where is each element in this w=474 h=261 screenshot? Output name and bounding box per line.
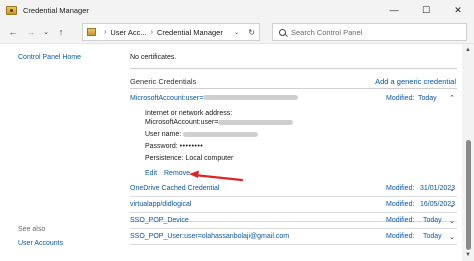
vertical-scrollbar[interactable]: ▲ ▼ xyxy=(462,44,474,261)
breadcrumb-separator-icon: › xyxy=(104,28,107,36)
breadcrumb-user-accounts[interactable]: User Acc... xyxy=(110,28,146,37)
control-panel-icon xyxy=(87,28,96,36)
forward-arrow-icon[interactable]: → xyxy=(22,22,40,42)
back-arrow-icon[interactable]: ← xyxy=(4,22,22,42)
maximize-button[interactable]: ☐ xyxy=(410,0,442,20)
breadcrumb-credential-manager[interactable]: Credential Manager xyxy=(157,28,223,37)
see-also-label: See also xyxy=(18,226,46,233)
search-placeholder[interactable]: Search Control Panel xyxy=(291,28,362,37)
up-arrow-icon[interactable]: ↑ xyxy=(52,22,70,42)
title-bar: Credential Manager — ☐ ✕ xyxy=(0,0,474,20)
minimize-button[interactable]: — xyxy=(378,0,410,20)
scrollbar-thumb[interactable] xyxy=(466,140,471,250)
refresh-icon[interactable]: ↻ xyxy=(248,24,255,40)
control-panel-home-link[interactable]: Control Panel Home xyxy=(18,54,81,61)
user-accounts-link[interactable]: User Accounts xyxy=(18,240,63,247)
scroll-down-icon[interactable]: ▼ xyxy=(465,252,471,258)
window-title: Credential Manager xyxy=(23,5,89,15)
address-dropdown-icon[interactable]: ⌄ xyxy=(234,24,239,40)
scroll-up-icon[interactable]: ▲ xyxy=(465,47,471,53)
recent-locations-chevron-icon[interactable]: ⌄ xyxy=(40,22,52,42)
main-content: No certificates. Generic Credentials Add… xyxy=(122,44,462,261)
left-pane: Control Panel Home See also User Account… xyxy=(0,44,122,261)
search-box[interactable]: Search Control Panel xyxy=(272,23,467,41)
credential-manager-icon xyxy=(6,5,17,15)
window-controls: — ☐ ✕ xyxy=(378,0,474,20)
close-button[interactable]: ✕ xyxy=(442,0,474,20)
annotation-arrow-icon xyxy=(189,170,244,182)
navigation-bar: ← → ⌄ ↑ › User Acc... › Credential Manag… xyxy=(0,20,474,44)
breadcrumb-separator-icon: › xyxy=(150,28,153,36)
address-bar[interactable]: › User Acc... › Credential Manager ⌄ ↻ xyxy=(82,23,260,41)
search-icon xyxy=(279,28,286,36)
